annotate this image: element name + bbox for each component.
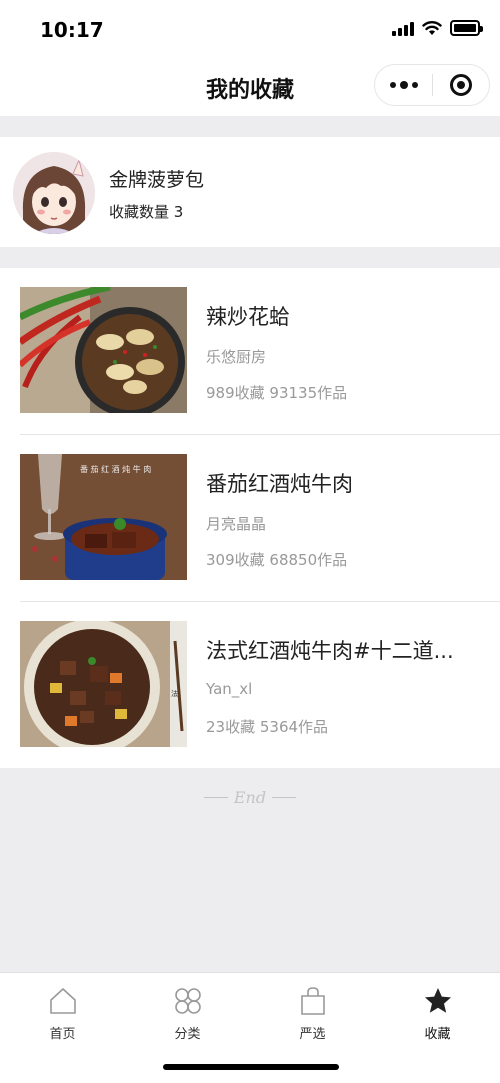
recipe-title: 番茄红酒炖牛肉 <box>206 472 353 496</box>
recipe-title: 辣炒花蛤 <box>206 305 290 329</box>
tab-label: 严选 <box>299 1027 326 1042</box>
end-line-left <box>203 797 228 798</box>
nav-bar: 我的收藏 <box>0 60 500 116</box>
end-text: End <box>233 788 267 807</box>
star-icon <box>375 985 500 1017</box>
tab-label: 收藏 <box>424 1027 451 1042</box>
more-button[interactable] <box>375 65 432 105</box>
tab-label: 分类 <box>174 1027 201 1042</box>
favorites-list: 辣炒花蛤 乐悠厨房 989收藏 93135作品 番 茄 红 酒 炖 牛 肉 番茄… <box>0 268 500 768</box>
tab-category[interactable]: 分类 <box>125 985 250 1042</box>
close-circle-icon <box>449 74 472 96</box>
favorite-count: 收藏数量 3 <box>109 203 184 221</box>
recipe-image <box>20 287 187 413</box>
mini-program-capsule <box>374 64 490 106</box>
list-item[interactable]: 辣炒花蛤 乐悠厨房 989收藏 93135作品 <box>0 268 500 435</box>
profile-card: 金牌菠萝包 收藏数量 3 <box>0 137 500 247</box>
end-line-right <box>272 797 297 798</box>
recipe-stats: 989收藏 93135作品 <box>206 384 348 402</box>
status-time: 10:17 <box>40 18 104 42</box>
tab-favorites[interactable]: 收藏 <box>375 985 500 1042</box>
wifi-icon <box>422 21 442 35</box>
recipe-image: 番 茄 红 酒 炖 牛 肉 <box>20 454 187 580</box>
list-item[interactable]: 法 法式红酒炖牛肉#十二道... Yan_xl 23收藏 5364作品 <box>0 602 500 769</box>
signal-icon <box>392 20 414 36</box>
avatar[interactable] <box>13 152 95 234</box>
recipe-title: 法式红酒炖牛肉#十二道... <box>206 639 454 663</box>
status-icons <box>392 20 483 36</box>
recipe-image: 法 <box>20 621 187 747</box>
recipe-stats: 23收藏 5364作品 <box>206 718 329 736</box>
battery-icon <box>450 20 483 36</box>
category-icon <box>125 985 250 1017</box>
end-marker: End <box>0 788 500 807</box>
recipe-author: 月亮晶晶 <box>206 515 267 533</box>
close-button[interactable] <box>433 65 489 105</box>
list-item[interactable]: 番 茄 红 酒 炖 牛 肉 番茄红酒炖牛肉 月亮晶晶 309收藏 68850作品 <box>0 435 500 602</box>
home-icon <box>0 985 125 1017</box>
status-bar: 10:17 <box>0 0 500 60</box>
recipe-stats: 309收藏 68850作品 <box>206 551 348 569</box>
tab-selection[interactable]: 严选 <box>250 985 375 1042</box>
tab-home[interactable]: 首页 <box>0 985 125 1042</box>
shopping-bag-icon <box>250 985 375 1017</box>
home-indicator <box>163 1064 339 1070</box>
user-name: 金牌菠萝包 <box>109 169 205 191</box>
recipe-author: Yan_xl <box>206 680 253 698</box>
svg-text:番 茄 红 酒 炖 牛 肉: 番 茄 红 酒 炖 牛 肉 <box>80 464 151 474</box>
tab-label: 首页 <box>49 1027 76 1042</box>
recipe-author: 乐悠厨房 <box>206 348 267 366</box>
svg-text:法: 法 <box>171 689 178 698</box>
